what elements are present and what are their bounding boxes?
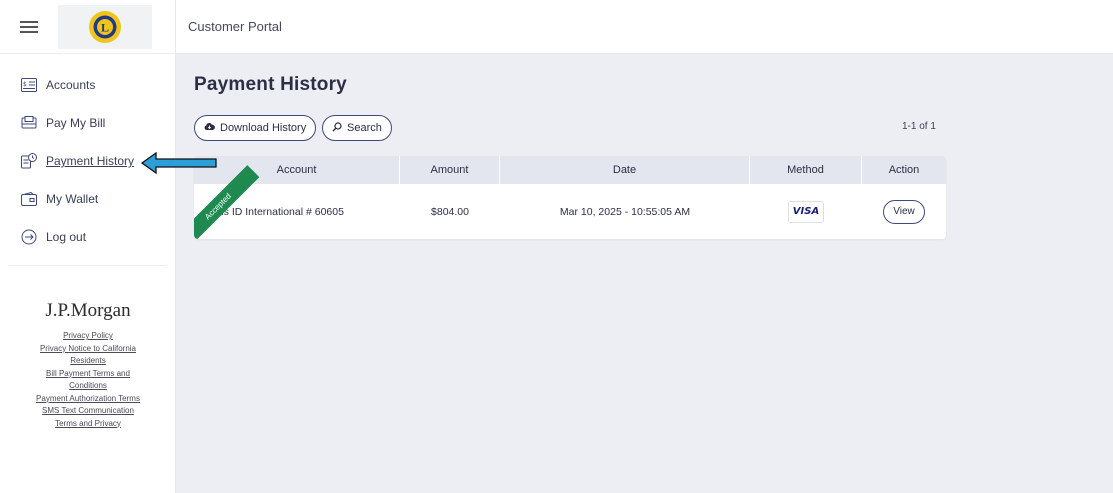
payment-history-icon (20, 153, 37, 170)
date-cell: Mar 10, 2025 - 10:55:05 AM (559, 205, 691, 218)
table-header: Account Amount Date Method Action (194, 156, 946, 184)
pagination-info: 1-1 of 1 (902, 121, 936, 132)
logout-icon (20, 229, 37, 246)
download-history-label: Download History (220, 122, 307, 134)
portal-title: Customer Portal (188, 19, 282, 34)
bill-payment-terms-link[interactable]: Bill Payment Terms and (0, 368, 176, 381)
payment-authorization-terms-link[interactable]: Payment Authorization Terms (0, 393, 176, 406)
sidebar-item-label: Payment History (46, 154, 135, 168)
california-notice-link-cont[interactable]: Residents (0, 355, 176, 368)
column-header-date: Date (500, 156, 750, 184)
terms-and-privacy-link[interactable]: Terms and Privacy (0, 418, 176, 431)
sidebar: L $ Accounts Pay My Bill Payment History (0, 0, 176, 493)
lions-club-logo: L (58, 4, 152, 49)
main-content: Payment History Download History Search … (176, 54, 1113, 493)
view-button[interactable]: View (883, 199, 925, 224)
column-header-method: Method (750, 156, 862, 184)
svg-text:L: L (101, 20, 109, 34)
search-label: Search (347, 122, 382, 134)
amount-cell: $804.00 (431, 205, 469, 218)
sidebar-item-label: Log out (46, 230, 87, 244)
privacy-policy-link[interactable]: Privacy Policy (0, 330, 176, 343)
sidebar-item-label: Pay My Bill (46, 116, 106, 130)
sidebar-item-label: My Wallet (46, 192, 99, 206)
sidebar-item-accounts[interactable]: $ Accounts (0, 66, 175, 104)
column-header-action: Action (888, 164, 920, 176)
sidebar-header: L (0, 0, 175, 54)
footer-links: Privacy Policy Privacy Notice to Califor… (0, 330, 176, 430)
cloud-download-icon (204, 122, 215, 134)
action-cell: View (862, 184, 946, 239)
menu-icon[interactable] (20, 20, 38, 33)
download-history-button[interactable]: Download History (194, 115, 317, 141)
svg-text:$: $ (23, 81, 27, 88)
sidebar-item-log-out[interactable]: Log out (0, 218, 175, 256)
annotation-arrow-icon (140, 151, 217, 175)
sidebar-item-pay-my-bill[interactable]: Pay My Bill (0, 104, 175, 142)
sms-text-communication-link[interactable]: SMS Text Communication (0, 405, 176, 418)
wallet-icon (20, 191, 37, 208)
jpmorgan-logo: J.P.Morgan (45, 300, 131, 321)
bill-payment-terms-link-cont[interactable]: Conditions (0, 380, 176, 393)
page-title: Payment History (194, 74, 347, 95)
visa-card-icon: VISA (788, 200, 824, 223)
method-cell: VISA (750, 184, 862, 239)
accounts-icon: $ (20, 77, 37, 94)
search-button[interactable]: Search (322, 115, 392, 141)
sidebar-item-label: Accounts (46, 78, 96, 92)
sidebar-item-my-wallet[interactable]: My Wallet (0, 180, 175, 218)
search-icon (332, 121, 342, 135)
table-row: Accepted ons ID International # 60605 $8… (194, 165, 946, 239)
column-header-account: Account (194, 156, 400, 184)
sidebar-divider (8, 265, 167, 266)
california-notice-link[interactable]: Privacy Notice to California (0, 343, 176, 356)
payment-history-table: Account Amount Date Method Action Accept… (194, 156, 946, 239)
sidebar-footer: J.P.Morgan Privacy Policy Privacy Notice… (0, 300, 176, 430)
top-bar: Customer Portal (176, 0, 1113, 54)
column-header-amount: Amount (400, 156, 500, 184)
pay-bill-icon (20, 115, 37, 132)
